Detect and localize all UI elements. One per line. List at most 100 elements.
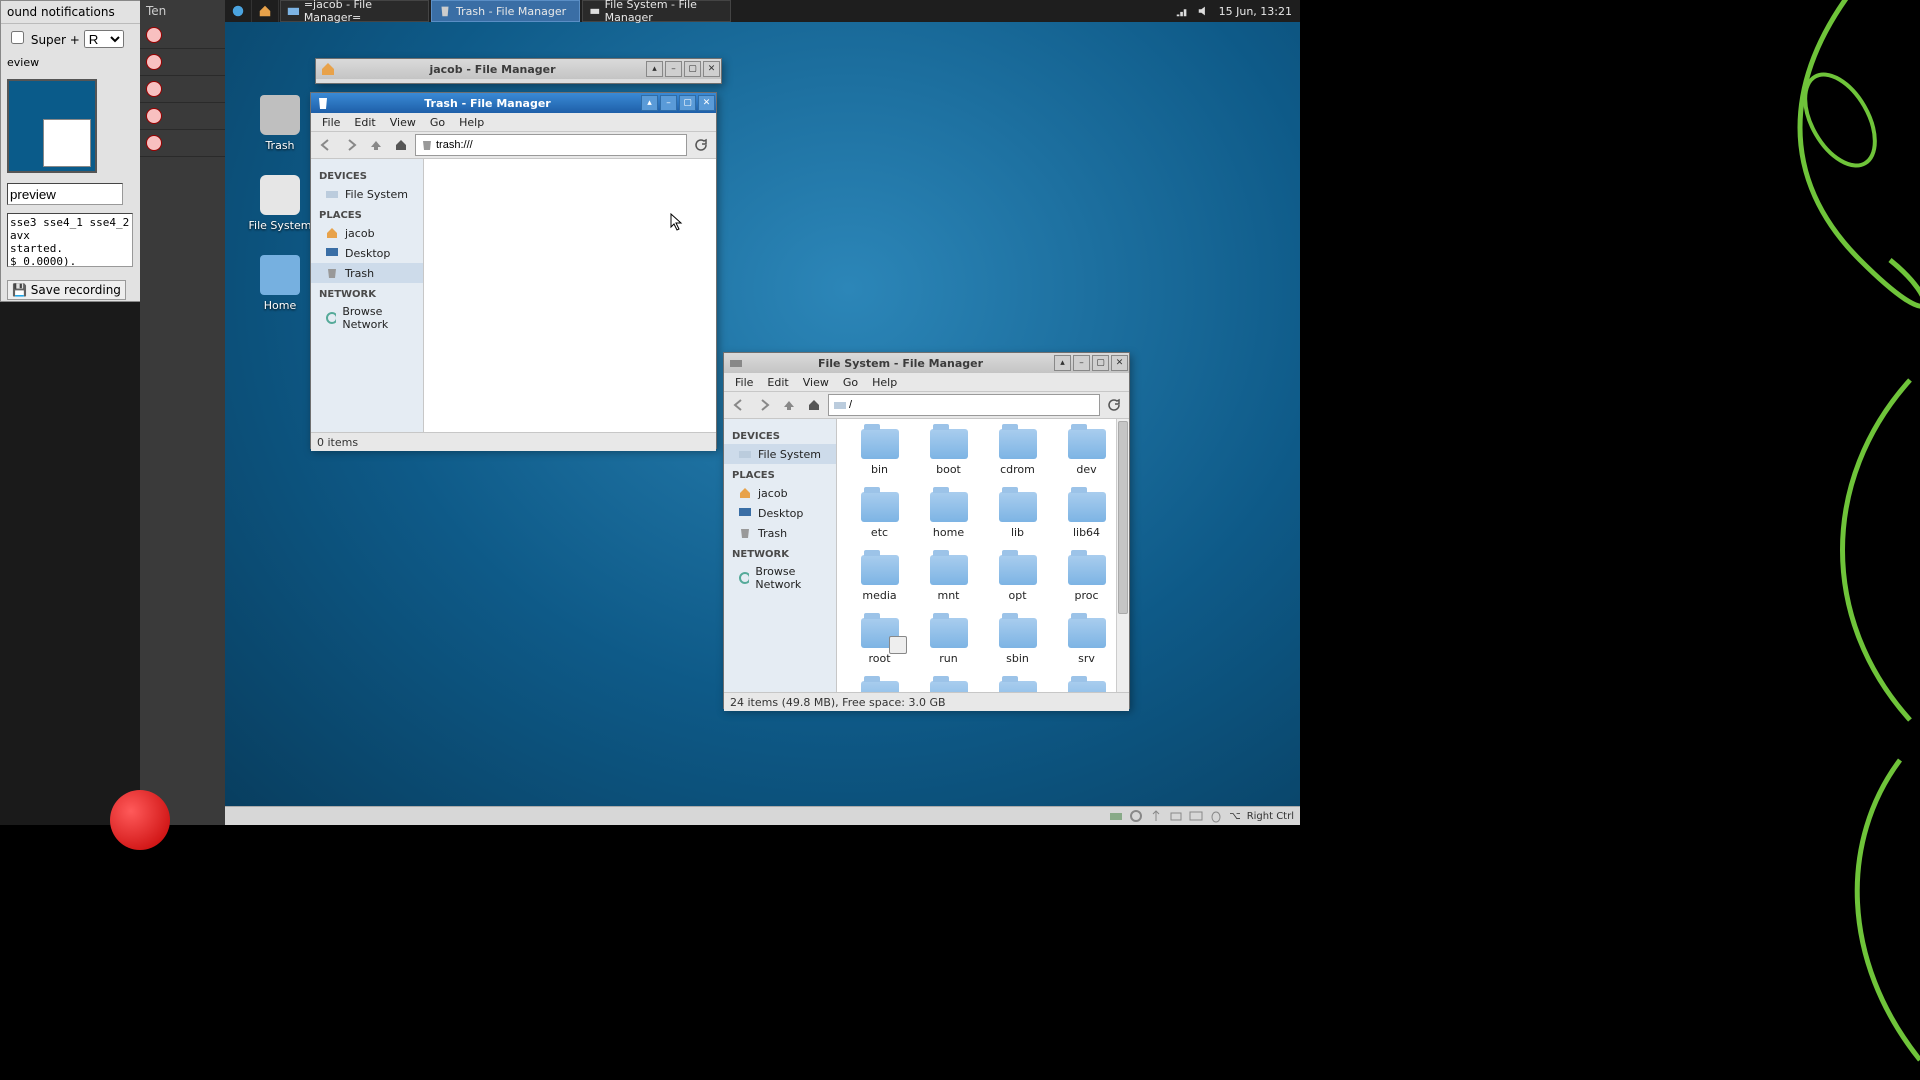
folder-root[interactable]: root xyxy=(849,618,911,665)
mixer-track[interactable] xyxy=(140,49,225,76)
close-button[interactable]: ✕ xyxy=(703,61,720,77)
folder-cdrom[interactable]: cdrom xyxy=(987,429,1049,476)
sidebar[interactable]: DEVICES File System PLACES jacob Desktop… xyxy=(724,419,837,692)
folder-opt[interactable]: opt xyxy=(987,555,1049,602)
maximize-button[interactable]: ▢ xyxy=(1092,355,1109,371)
folder-sys[interactable]: sys xyxy=(849,681,911,692)
menu-edit[interactable]: Edit xyxy=(760,376,795,389)
titlebar[interactable]: jacob - File Manager ▴ – ▢ ✕ xyxy=(316,59,721,79)
minimize-button[interactable]: – xyxy=(660,95,677,111)
titlebar[interactable]: Trash - File Manager ▴ – ▢ ✕ xyxy=(311,93,716,113)
scrollbar-thumb[interactable] xyxy=(1118,421,1128,614)
folder-dev[interactable]: dev xyxy=(1056,429,1118,476)
folder-boot[interactable]: boot xyxy=(918,429,980,476)
menu-edit[interactable]: Edit xyxy=(347,116,382,129)
folder-mnt[interactable]: mnt xyxy=(918,555,980,602)
folder-srv[interactable]: srv xyxy=(1056,618,1118,665)
file-view[interactable]: binbootcdromdevetchomeliblib64mediamntop… xyxy=(837,419,1129,692)
folder-bin[interactable]: bin xyxy=(849,429,911,476)
menu-go[interactable]: Go xyxy=(836,376,865,389)
minimize-button[interactable]: – xyxy=(665,61,682,77)
mixer-track[interactable] xyxy=(140,130,225,157)
nav-up-button[interactable] xyxy=(778,394,800,416)
panel-clock[interactable]: 15 Jun, 13:21 xyxy=(1219,5,1292,18)
toolbar[interactable] xyxy=(724,392,1129,419)
nav-forward-button[interactable] xyxy=(753,394,775,416)
location-input[interactable] xyxy=(434,138,682,152)
nav-forward-button[interactable] xyxy=(340,134,362,156)
menubar[interactable]: File Edit View Go Help xyxy=(724,373,1129,392)
folder-sbin[interactable]: sbin xyxy=(987,618,1049,665)
menu-help[interactable]: Help xyxy=(452,116,491,129)
menu-help[interactable]: Help xyxy=(865,376,904,389)
nav-back-button[interactable] xyxy=(315,134,337,156)
sidebar-item-filesystem[interactable]: File System xyxy=(311,184,423,204)
titlebar[interactable]: File System - File Manager ▴ – ▢ ✕ xyxy=(724,353,1129,373)
folder-proc[interactable]: proc xyxy=(1056,555,1118,602)
shade-button[interactable]: ▴ xyxy=(641,95,658,111)
nav-home-button[interactable] xyxy=(390,134,412,156)
taskbar-item-filesystem[interactable]: File System - File Manager xyxy=(582,0,731,22)
taskbar-item-trash[interactable]: Trash - File Manager xyxy=(431,0,580,22)
folder-usr[interactable]: usr xyxy=(987,681,1049,692)
sidebar-item-trash[interactable]: Trash xyxy=(724,523,836,543)
folder-tmp[interactable]: tmp xyxy=(918,681,980,692)
nav-up-button[interactable] xyxy=(365,134,387,156)
folder-home[interactable]: home xyxy=(918,492,980,539)
window-filesystem[interactable]: File System - File Manager ▴ – ▢ ✕ File … xyxy=(723,352,1130,709)
panel-menu-button[interactable] xyxy=(225,0,252,22)
maximize-button[interactable]: ▢ xyxy=(684,61,701,77)
location-bar[interactable] xyxy=(415,134,687,156)
reload-button[interactable] xyxy=(1103,394,1125,416)
mixer-track[interactable] xyxy=(140,76,225,103)
sidebar-item-browse-network[interactable]: Browse Network xyxy=(311,302,423,334)
minimize-button[interactable]: – xyxy=(1073,355,1090,371)
super-checkbox[interactable] xyxy=(11,31,24,44)
desktop-icon-home[interactable]: Home xyxy=(245,255,315,312)
network-icon[interactable] xyxy=(1175,4,1189,18)
desktop-icon-trash[interactable]: Trash xyxy=(245,95,315,152)
sidebar-item-filesystem[interactable]: File System xyxy=(724,444,836,464)
sidebar-item-desktop[interactable]: Desktop xyxy=(724,503,836,523)
menu-view[interactable]: View xyxy=(796,376,836,389)
sidebar-item-jacob[interactable]: jacob xyxy=(724,483,836,503)
menubar[interactable]: File Edit View Go Help xyxy=(311,113,716,132)
sidebar-item-jacob[interactable]: jacob xyxy=(311,223,423,243)
desktop-icon-filesystem[interactable]: File System xyxy=(245,175,315,232)
taskbar-item-jacob[interactable]: =jacob - File Manager= xyxy=(280,0,429,22)
sidebar-item-browse-network[interactable]: Browse Network xyxy=(724,562,836,594)
save-recording-button[interactable]: 💾 Save recording xyxy=(7,280,126,300)
scrollbar[interactable] xyxy=(1116,419,1129,692)
window-jacob[interactable]: jacob - File Manager ▴ – ▢ ✕ xyxy=(315,58,722,84)
menu-view[interactable]: View xyxy=(383,116,423,129)
nav-home-button[interactable] xyxy=(803,394,825,416)
menu-file[interactable]: File xyxy=(728,376,760,389)
sidebar[interactable]: DEVICES File System PLACES jacob Desktop… xyxy=(311,159,424,432)
shade-button[interactable]: ▴ xyxy=(646,61,663,77)
show-desktop-button[interactable] xyxy=(252,0,279,22)
file-view[interactable] xyxy=(424,159,716,432)
folder-media[interactable]: media xyxy=(849,555,911,602)
nav-back-button[interactable] xyxy=(728,394,750,416)
xfce-top-panel[interactable]: =jacob - File Manager= Trash - File Mana… xyxy=(225,0,1300,22)
toolbar[interactable] xyxy=(311,132,716,159)
location-bar[interactable] xyxy=(828,394,1100,416)
mixer-track[interactable] xyxy=(140,103,225,130)
close-button[interactable]: ✕ xyxy=(1111,355,1128,371)
menu-go[interactable]: Go xyxy=(423,116,452,129)
folder-var[interactable]: var xyxy=(1056,681,1118,692)
sidebar-item-desktop[interactable]: Desktop xyxy=(311,243,423,263)
reload-button[interactable] xyxy=(690,134,712,156)
folder-run[interactable]: run xyxy=(918,618,980,665)
log-textarea[interactable]: sse3 sse4_1 sse4_2 avx started. $ 0.0000… xyxy=(7,213,133,267)
vm-desktop[interactable]: =jacob - File Manager= Trash - File Mana… xyxy=(225,0,1300,825)
hotkey-combo[interactable]: R xyxy=(84,30,124,48)
location-input[interactable] xyxy=(847,398,1095,412)
shade-button[interactable]: ▴ xyxy=(1054,355,1071,371)
preview-field[interactable] xyxy=(7,183,123,205)
folder-etc[interactable]: etc xyxy=(849,492,911,539)
folder-lib[interactable]: lib xyxy=(987,492,1049,539)
mixer-track[interactable] xyxy=(140,22,225,49)
volume-icon[interactable] xyxy=(1197,4,1211,18)
window-trash[interactable]: Trash - File Manager ▴ – ▢ ✕ File Edit V… xyxy=(310,92,717,449)
